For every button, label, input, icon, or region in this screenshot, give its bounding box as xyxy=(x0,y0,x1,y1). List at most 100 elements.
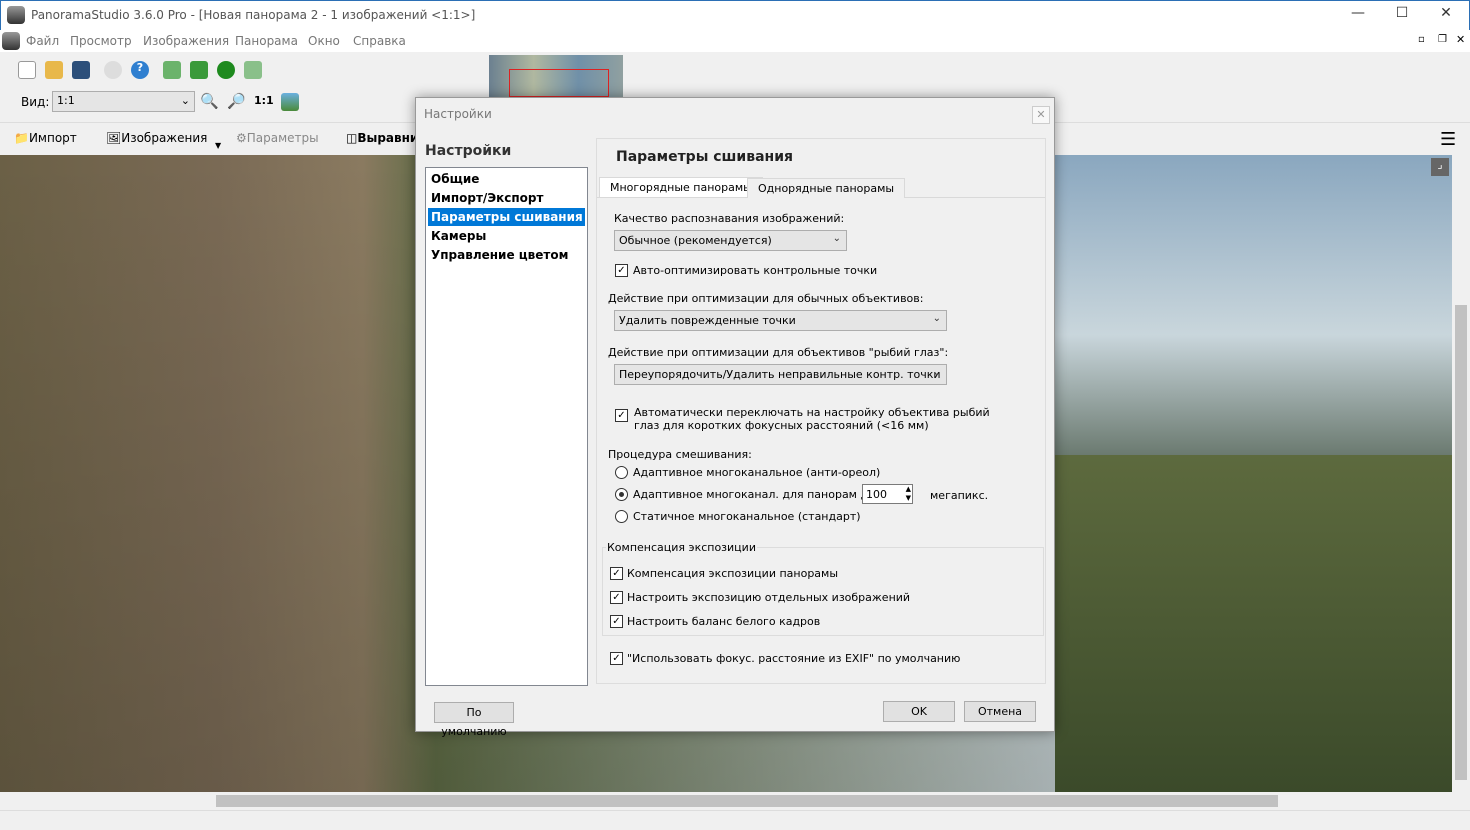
vertical-scrollbar[interactable] xyxy=(1452,155,1470,792)
chevron-down-icon: ⌄ xyxy=(832,233,841,244)
maximize-button[interactable]: ☐ xyxy=(1379,5,1425,27)
nav-stitching[interactable]: Параметры сшивания xyxy=(428,208,585,226)
params-label: Параметры xyxy=(246,131,319,145)
images-button[interactable]: 🖼Изображения xyxy=(106,131,207,145)
ok-button[interactable]: OK xyxy=(883,701,955,722)
default-button[interactable]: По умолчанию xyxy=(434,702,514,738)
exif-label: "Использовать фокус. расстояние из EXIF"… xyxy=(627,652,961,665)
blend-static-label: Статичное многоканальное (стандарт) xyxy=(633,510,861,523)
chevron-down-icon: ⌄ xyxy=(180,94,190,107)
megapix-unit: мегапикс. xyxy=(930,489,989,502)
megapix-value: 100 xyxy=(866,488,887,501)
images-label: Изображения xyxy=(121,131,208,145)
quality-label: Качество распознавания изображений: xyxy=(614,212,845,225)
vertical-scroll-thumb[interactable] xyxy=(1455,305,1467,780)
window-title: PanoramaStudio 3.6.0 Pro - [Новая панора… xyxy=(31,8,476,22)
info-icon[interactable] xyxy=(104,61,122,79)
menu-help[interactable]: Справка xyxy=(353,34,406,48)
zoom-1-1-icon[interactable]: 1:1 xyxy=(254,94,274,107)
tab-singlerow[interactable]: Однорядные панорамы xyxy=(747,178,906,198)
stitching-panel: Параметры сшивания Многорядные панорамы … xyxy=(596,138,1046,684)
mdi-close-button[interactable]: ✕ xyxy=(1456,33,1465,46)
close-button[interactable]: ✕ xyxy=(1423,5,1469,27)
nav-import-export[interactable]: Импорт/Экспорт xyxy=(428,189,585,207)
status-bar xyxy=(0,810,1470,830)
zoom-out-icon[interactable]: 🔎 xyxy=(227,92,246,110)
hamburger-menu-icon[interactable]: ☰ xyxy=(1440,129,1456,150)
nav-general[interactable]: Общие xyxy=(428,170,585,188)
blend-label: Процедура смешивания: xyxy=(608,448,752,461)
panorama-image-trees xyxy=(1055,455,1452,792)
view-zoom-select[interactable]: 1:1 ⌄ xyxy=(52,91,195,112)
app-logo-icon xyxy=(7,6,25,24)
auto-opt-label: Авто-оптимизировать контрольные точки xyxy=(633,264,878,277)
exposure-images-checkbox[interactable]: ✓ xyxy=(610,591,623,604)
images-dropdown-icon[interactable]: ▼ xyxy=(215,141,221,150)
settings-nav-list: Общие Импорт/Экспорт Параметры сшивания … xyxy=(425,167,588,686)
dialog-close-button[interactable]: ✕ xyxy=(1032,106,1050,124)
minimize-button[interactable]: — xyxy=(1335,5,1381,27)
quality-value: Обычное (рекомендуется) xyxy=(619,234,772,247)
menu-panorama[interactable]: Панорама xyxy=(235,34,298,48)
rotate-right-icon[interactable] xyxy=(244,61,262,79)
tab-multirow[interactable]: Многорядные панорамы xyxy=(599,177,763,197)
thumbnail-viewport[interactable] xyxy=(509,69,609,97)
new-icon[interactable] xyxy=(18,61,36,79)
white-balance-checkbox[interactable]: ✓ xyxy=(610,615,623,628)
exposure-group-title: Компенсация экспозиции xyxy=(606,541,757,554)
exposure-pano-checkbox[interactable]: ✓ xyxy=(610,567,623,580)
zoom-in-icon[interactable]: 🔍 xyxy=(200,92,219,110)
panel-title: Параметры сшивания xyxy=(616,149,793,165)
open-icon[interactable] xyxy=(45,61,63,79)
horizontal-scrollbar[interactable] xyxy=(0,792,1452,810)
settings-heading: Настройки xyxy=(425,143,512,159)
normal-lens-select[interactable]: Удалить поврежденные точки ⌄ xyxy=(614,310,947,331)
mdi-minimize-button[interactable]: ▫ xyxy=(1418,34,1425,45)
fit-icon[interactable] xyxy=(281,93,299,111)
blend-radio-adaptive[interactable] xyxy=(615,488,628,501)
panorama-thumbnail[interactable] xyxy=(489,55,623,97)
mdi-restore-button[interactable]: ❐ xyxy=(1438,34,1447,45)
nav-color-management[interactable]: Управление цветом xyxy=(428,246,585,264)
help-icon[interactable]: ? xyxy=(131,61,149,79)
title-bar: PanoramaStudio 3.6.0 Pro - [Новая панора… xyxy=(0,0,1470,30)
exposure-images-label: Настроить экспозицию отдельных изображен… xyxy=(627,591,911,604)
cancel-button[interactable]: Отмена xyxy=(964,701,1036,722)
settings-dialog: Настройки ✕ Настройки Общие Импорт/Экспо… xyxy=(415,97,1055,738)
import-label: Импорт xyxy=(28,131,77,145)
blend-radio-static[interactable] xyxy=(615,510,628,523)
quality-select[interactable]: Обычное (рекомендуется) ⌄ xyxy=(614,230,847,251)
auto-fisheye-label-1: Автоматически переключать на настройку о… xyxy=(634,406,990,419)
exposure-pano-label: Компенсация экспозиции панорамы xyxy=(627,567,839,580)
save-icon[interactable] xyxy=(72,61,90,79)
auto-opt-checkbox[interactable]: ✓ xyxy=(615,264,628,277)
white-balance-label: Настроить баланс белого кадров xyxy=(627,615,821,628)
align-label: Выравни xyxy=(357,131,419,145)
rotate-left-icon[interactable] xyxy=(190,61,208,79)
normal-lens-label: Действие при оптимизации для обычных объ… xyxy=(608,292,924,305)
exif-checkbox[interactable]: ✓ xyxy=(610,652,623,665)
menu-file[interactable]: Файл xyxy=(26,34,59,48)
view-label: Вид: xyxy=(21,95,50,109)
rotate-icon[interactable] xyxy=(217,61,235,79)
menu-images[interactable]: Изображения xyxy=(143,34,229,48)
align-button[interactable]: ◫Выравни xyxy=(346,131,418,145)
spinner-arrows-icon[interactable]: ▲ ▼ xyxy=(906,485,911,503)
chevron-down-icon: ⌄ xyxy=(932,313,941,324)
panorama-image-sea xyxy=(1055,155,1452,455)
auto-fisheye-label-2: глаз для коротких фокусных расстояний (<… xyxy=(634,419,929,432)
menu-window[interactable]: Окно xyxy=(308,34,340,48)
megapix-spinner[interactable]: 100 ▲ ▼ xyxy=(862,484,913,504)
import-button[interactable]: 📁Импорт xyxy=(14,131,77,145)
dialog-title: Настройки xyxy=(424,107,492,121)
horizontal-scroll-thumb[interactable] xyxy=(216,795,1278,807)
fisheye-select[interactable]: Переупорядочить/Удалить неправильные кон… xyxy=(614,364,947,385)
params-button[interactable]: ⚙Параметры xyxy=(236,131,319,145)
nav-cameras[interactable]: Камеры xyxy=(428,227,585,245)
blend-radio-antihalo[interactable] xyxy=(615,466,628,479)
flip-icon[interactable] xyxy=(163,61,181,79)
menu-view[interactable]: Просмотр xyxy=(70,34,132,48)
corner-toggle-icon[interactable]: ⌟ xyxy=(1431,158,1449,176)
doc-icon xyxy=(2,32,20,50)
auto-fisheye-checkbox[interactable]: ✓ xyxy=(615,409,628,422)
